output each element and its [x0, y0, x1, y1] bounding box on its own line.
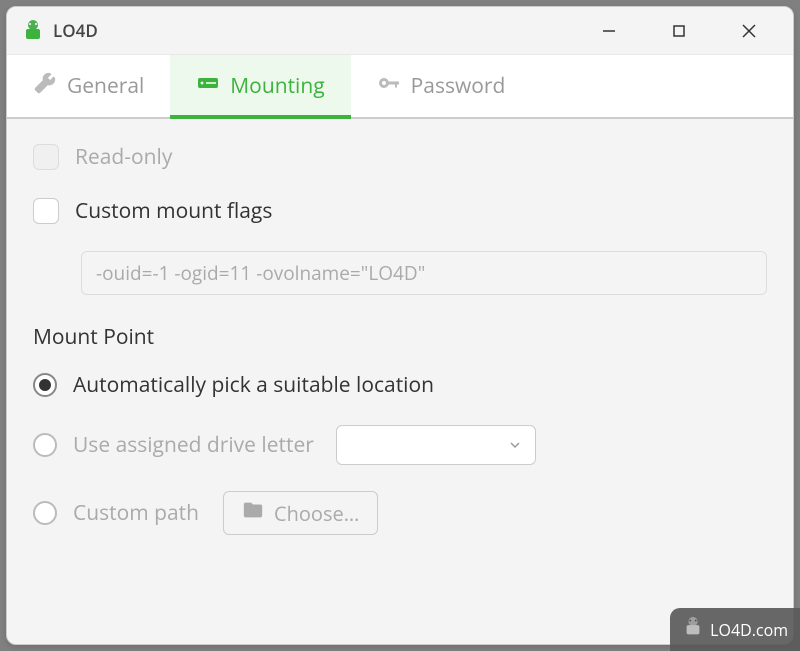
- watermark: LO4D.com: [670, 608, 800, 651]
- radio-drive[interactable]: [33, 433, 57, 457]
- radio-auto-row: Automatically pick a suitable location: [33, 371, 767, 399]
- watermark-icon: [682, 616, 704, 643]
- maximize-button[interactable]: [659, 15, 699, 47]
- custom-flags-label: Custom mount flags: [75, 197, 272, 225]
- read-only-row: Read-only: [33, 143, 767, 171]
- drive-letter-dropdown[interactable]: [336, 425, 536, 465]
- chevron-down-icon: [509, 434, 521, 456]
- custom-flags-row: Custom mount flags: [33, 197, 767, 225]
- minimize-button[interactable]: [589, 15, 629, 47]
- app-window: LO4D General Mounting: [6, 6, 794, 645]
- tab-general[interactable]: General: [7, 55, 170, 117]
- tab-label: General: [67, 72, 144, 100]
- radio-drive-label: Use assigned drive letter: [73, 431, 314, 459]
- tab-content: Read-only Custom mount flags -ouid=-1 -o…: [7, 119, 793, 585]
- window-title: LO4D: [53, 19, 589, 42]
- watermark-text: LO4D.com: [710, 619, 788, 641]
- folder-icon: [242, 499, 264, 527]
- window-controls: [589, 15, 769, 47]
- key-icon: [377, 71, 401, 102]
- titlebar: LO4D: [7, 7, 793, 55]
- tab-mounting[interactable]: Mounting: [170, 55, 350, 117]
- app-icon: [21, 19, 45, 43]
- choose-button-label: Choose…: [274, 500, 359, 527]
- radio-custom-label: Custom path: [73, 499, 199, 527]
- radio-auto-label: Automatically pick a suitable location: [73, 371, 434, 399]
- radio-custom[interactable]: [33, 501, 57, 525]
- tab-label: Password: [411, 72, 506, 100]
- radio-drive-row: Use assigned drive letter: [33, 425, 767, 465]
- tab-password[interactable]: Password: [351, 55, 532, 117]
- tab-bar: General Mounting Password: [7, 55, 793, 119]
- read-only-label: Read-only: [75, 143, 172, 171]
- custom-flags-value: -ouid=-1 -ogid=11 -ovolname="LO4D": [96, 260, 425, 286]
- read-only-checkbox[interactable]: [33, 144, 59, 170]
- mount-point-heading: Mount Point: [33, 323, 767, 351]
- close-button[interactable]: [729, 15, 769, 47]
- custom-flags-input[interactable]: -ouid=-1 -ogid=11 -ovolname="LO4D": [81, 251, 767, 295]
- custom-flags-checkbox[interactable]: [33, 198, 59, 224]
- radio-auto[interactable]: [33, 373, 57, 397]
- wrench-icon: [33, 71, 57, 102]
- radio-custom-row: Custom path Choose…: [33, 491, 767, 535]
- choose-path-button[interactable]: Choose…: [223, 491, 378, 535]
- drive-icon: [196, 71, 220, 102]
- tab-label: Mounting: [230, 72, 324, 100]
